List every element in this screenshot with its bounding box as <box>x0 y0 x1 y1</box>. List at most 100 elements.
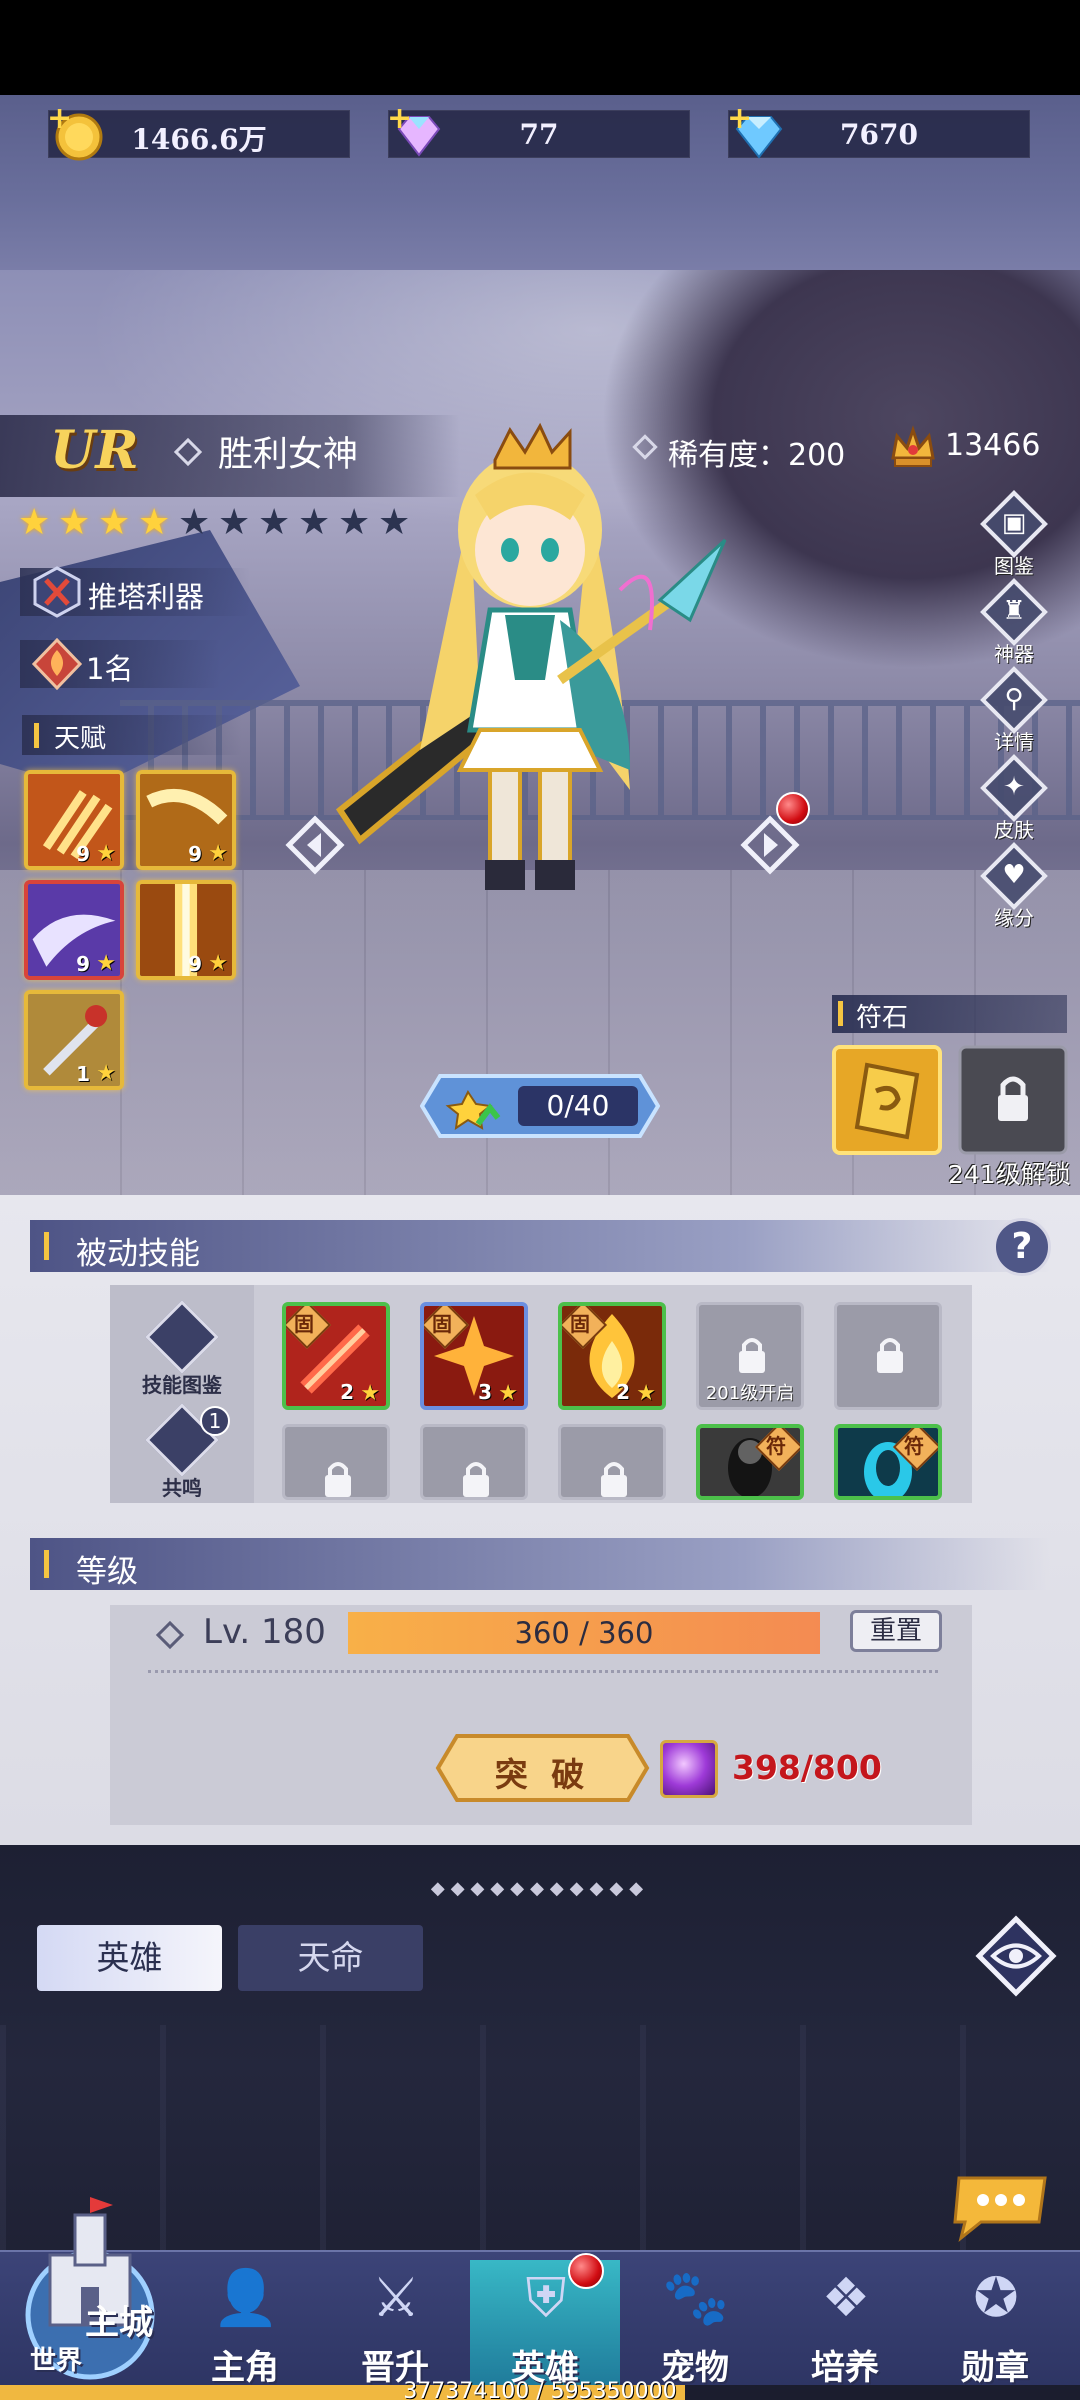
star-filled-icon: ★ <box>18 502 51 543</box>
rune-slot-2-locked[interactable] <box>958 1045 1068 1155</box>
passive-skill-4-locked[interactable]: 201级开启 <box>696 1302 804 1410</box>
help-button[interactable]: ? <box>993 1218 1051 1276</box>
codex-icon: ▣ <box>1001 508 1027 538</box>
hero-exp-pill[interactable] <box>420 1070 660 1142</box>
passive-skill-7-locked[interactable] <box>420 1424 528 1500</box>
nav-cultivate[interactable]: ❖ 培养 <box>770 2260 920 2388</box>
side-menu-skin-button[interactable]: ✦ 皮肤 <box>978 754 1050 844</box>
skill-codex-icon <box>145 1300 219 1374</box>
talent-skill-3[interactable]: 9 ★ <box>24 880 124 980</box>
star-empty-icon: ★ <box>178 502 211 543</box>
view-eye-icon[interactable] <box>975 1915 1057 1997</box>
side-menu-artifact-button[interactable]: ♜ 神器 <box>978 578 1050 668</box>
add-gold-icon[interactable]: + <box>47 101 72 136</box>
passive-skill-10[interactable]: 符 <box>834 1424 942 1500</box>
hero-character-illustration[interactable] <box>330 390 730 930</box>
fixed-badge-text: 固 <box>432 1312 452 1336</box>
diamond-counter[interactable]: 7670 + <box>727 101 1030 159</box>
hero-grade: UR <box>50 420 139 481</box>
lock-icon <box>325 1462 351 1497</box>
hero-scene: UR 胜利女神 稀有度：200 13466 ★ ★ ★ ★ ★ ★ ★ ★ ★ ★ 推塔利器 1名… <box>0 270 1080 1195</box>
talent-skill-2-level: 9 <box>188 842 202 866</box>
passive-skill-1[interactable]: 固 2 ★ <box>282 1302 390 1410</box>
rune-title: 符石 <box>832 995 1067 1033</box>
side-menu-details-button[interactable]: ⚲ 详情 <box>978 666 1050 756</box>
resonance-badge: 1 <box>200 1406 230 1436</box>
tab-destiny[interactable]: 天命 <box>238 1925 423 1991</box>
talent-skill-4[interactable]: 9 ★ <box>136 880 236 980</box>
hero-xp-text: 360 / 360 <box>514 1616 654 1650</box>
level-header-title: 等级 <box>76 1554 138 1590</box>
tab-hero[interactable]: 英雄 <box>37 1925 222 1991</box>
passive-skill-6-locked[interactable] <box>282 1424 390 1500</box>
hero-nav-notification-dot <box>568 2253 604 2289</box>
breakthrough-button[interactable]: 突 破 <box>435 1732 650 1804</box>
passive-skill-9[interactable]: 符 <box>696 1424 804 1500</box>
rune-unlock-text: 241级解锁 <box>948 1160 1071 1189</box>
star-empty-icon: ★ <box>218 502 251 543</box>
gold-counter[interactable]: 1466.6万 + <box>47 101 350 161</box>
star-empty-icon: ★ <box>298 502 331 543</box>
passive-side-menu: 技能图鉴 1 共鸣 <box>110 1285 254 1503</box>
hero-level-label: Lv. 180 <box>203 1612 326 1652</box>
side-menu-bond-button[interactable]: ♥ 缘分 <box>978 842 1050 932</box>
power-crown-icon <box>891 425 935 467</box>
talent-skill-1[interactable]: 9 ★ <box>24 770 124 870</box>
nav-promote[interactable]: ⚔ 晋升 <box>320 2260 470 2388</box>
medal-icon: ✪ <box>973 2266 1019 2329</box>
crystal-counter[interactable]: 77 + <box>387 101 690 158</box>
lock-icon <box>601 1462 627 1497</box>
add-diamond-icon[interactable]: + <box>727 101 752 136</box>
promote-icon: ⚔ <box>371 2266 421 2329</box>
fixed-badge-text: 固 <box>294 1312 314 1336</box>
resonance-button[interactable]: 1 共鸣 <box>110 1403 254 1500</box>
passive-skill-8-locked[interactable] <box>558 1424 666 1500</box>
add-crystal-icon[interactable]: + <box>387 101 412 136</box>
star-icon: ★ <box>96 951 116 976</box>
talent-skill-5-level: 1 <box>76 1062 90 1086</box>
status-bar <box>0 0 1080 95</box>
talent-skill-2[interactable]: 9 ★ <box>136 770 236 870</box>
flame-badge-icon <box>32 638 82 690</box>
breakthrough-label: 突 破 <box>494 1755 591 1794</box>
nav-main-city[interactable]: 主城 世界 <box>15 2195 165 2380</box>
talent-skill-4-level: 9 <box>188 952 202 976</box>
side-menu-codex-label: 图鉴 <box>994 554 1034 578</box>
reset-button[interactable]: 重置 <box>850 1610 942 1652</box>
skill-codex-button[interactable]: 技能图鉴 <box>110 1300 254 1397</box>
passive-skill-4-unlock: 201级开启 <box>705 1383 795 1404</box>
role-tag-label: 推塔利器 <box>88 580 205 614</box>
nav-pet[interactable]: 🐾 宠物 <box>620 2260 770 2388</box>
passive-skill-5-locked[interactable] <box>834 1302 942 1410</box>
star-icon: ★ <box>498 1381 518 1406</box>
cultivate-icon: ❖ <box>821 2266 871 2329</box>
talent-skill-5[interactable]: 1 ★ <box>24 990 124 1090</box>
passive-skill-2[interactable]: 固 3 ★ <box>420 1302 528 1410</box>
account-exp-bar: 377374100 / 595350000 <box>0 2379 1080 2400</box>
side-menu-codex-button[interactable]: ▣ 图鉴 <box>978 490 1050 580</box>
passive-skill-3[interactable]: 固 2 ★ <box>558 1302 666 1410</box>
rune-slot-1[interactable] <box>832 1045 942 1155</box>
rank-tag: 1名 <box>20 638 220 690</box>
artifact-icon: ♜ <box>1002 596 1026 626</box>
side-menu-details-label: 详情 <box>994 730 1034 754</box>
talent-title: 天赋 <box>22 715 242 755</box>
talent-title-bar <box>34 723 39 748</box>
side-menu-skin-label: 皮肤 <box>994 818 1034 842</box>
nav-main-city-label: 主城 <box>85 2303 153 2343</box>
details-icon: ⚲ <box>1004 684 1024 714</box>
talent-skill-3-level: 9 <box>76 952 90 976</box>
nav-medal[interactable]: ✪ 勋章 <box>920 2260 1070 2388</box>
chat-bubble-icon[interactable] <box>945 2170 1055 2245</box>
passive-skill-3-level: 2 <box>616 1380 630 1404</box>
star-filled-icon: ★ <box>58 502 91 543</box>
side-menu-bond-label: 缘分 <box>994 906 1034 930</box>
pet-icon: 🐾 <box>662 2266 730 2329</box>
bond-icon: ♥ <box>1002 860 1026 890</box>
skin-icon: ✦ <box>1003 772 1025 802</box>
power-value: 13466 <box>945 428 1041 463</box>
protagonist-icon: 👤 <box>212 2266 280 2329</box>
cross-badge-text: 符 <box>766 1434 786 1458</box>
star-filled-icon: ★ <box>98 502 131 543</box>
nav-protagonist[interactable]: 👤 主角 <box>170 2260 320 2388</box>
